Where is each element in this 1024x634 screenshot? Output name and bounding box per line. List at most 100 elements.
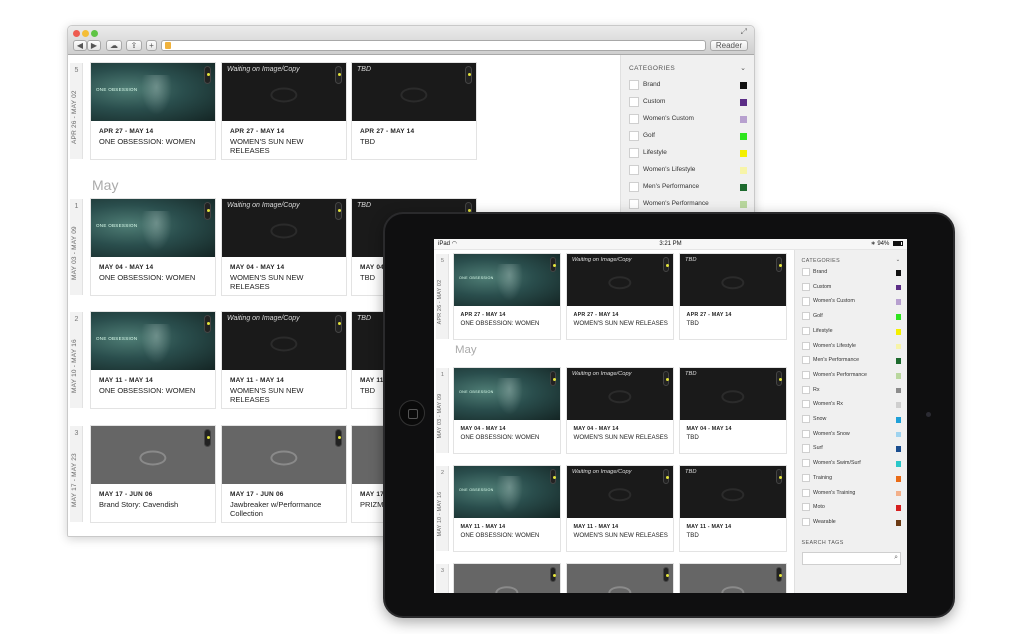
status-light-icon[interactable]	[776, 371, 782, 386]
campaign-card[interactable]: Waiting on Image/Copy APR 27 - MAY 14 WOME…	[567, 254, 673, 339]
campaign-card[interactable]: Waiting on Image/Copy MAY 11 - MAY 14 WOME…	[222, 312, 346, 408]
category-checkbox[interactable]	[801, 370, 810, 380]
status-light-icon[interactable]	[335, 66, 342, 84]
campaign-card[interactable]: ONE OBSESSION MAY 11 - MAY 14 ONE OBSESSIO…	[91, 312, 215, 408]
category-checkbox[interactable]	[801, 517, 810, 527]
category-item[interactable]: Lifestyle	[629, 146, 747, 160]
category-checkbox[interactable]	[629, 182, 639, 192]
category-checkbox[interactable]	[801, 341, 810, 350]
category-item[interactable]: Lifestyle	[801, 325, 902, 339]
category-item[interactable]: Surf	[801, 442, 902, 456]
back-button[interactable]: ◀	[73, 40, 87, 51]
category-item[interactable]: Moto	[801, 501, 902, 515]
category-checkbox[interactable]	[801, 356, 810, 365]
category-checkbox[interactable]	[801, 488, 810, 497]
campaign-card[interactable]: Waiting on Image/Copy MAY 11 - MAY 14 WOME…	[567, 466, 673, 551]
category-checkbox[interactable]	[801, 282, 810, 291]
icloud-tabs-button[interactable]: ☁	[106, 40, 122, 51]
category-checkbox[interactable]	[629, 148, 639, 158]
category-item[interactable]: Custom	[801, 281, 902, 295]
category-item[interactable]: Brand	[801, 266, 902, 280]
campaign-card[interactable]: MAY 17 - JUN 06 Brand Story: Cavendish	[91, 426, 215, 522]
campaign-card[interactable]: ONE OBSESSION APR 27 - MAY 14 ONE OBSESSIO…	[454, 254, 560, 339]
close-window-icon[interactable]	[73, 30, 80, 37]
category-item[interactable]: Snow	[801, 413, 902, 427]
category-item[interactable]: Women's Snow	[801, 428, 902, 442]
category-checkbox[interactable]	[629, 199, 639, 209]
search-icon[interactable]: ⌕	[894, 554, 898, 562]
status-light-icon[interactable]	[335, 315, 342, 333]
address-bar[interactable]	[161, 40, 706, 51]
status-light-icon[interactable]	[663, 567, 669, 582]
category-checkbox[interactable]	[801, 312, 810, 321]
fullscreen-icon[interactable]: ⤢	[741, 27, 747, 37]
category-item[interactable]: Brand	[629, 78, 747, 92]
category-checkbox[interactable]	[801, 444, 810, 453]
status-light-icon[interactable]	[204, 429, 211, 447]
campaign-card[interactable]	[567, 564, 673, 593]
category-item[interactable]: Women's Performance	[629, 197, 747, 211]
category-checkbox[interactable]	[801, 385, 810, 394]
campaign-card[interactable]: ONE OBSESSION MAY 11 - MAY 14 ONE OBSESSIO…	[454, 466, 560, 551]
status-light-icon[interactable]	[204, 315, 211, 333]
category-checkbox[interactable]	[801, 297, 810, 306]
campaign-card[interactable]: MAY 17 - JUN 06 Jawbreaker w/Performance …	[222, 426, 346, 522]
status-light-icon[interactable]	[465, 66, 472, 84]
category-checkbox[interactable]	[801, 473, 810, 482]
category-checkbox[interactable]	[801, 429, 810, 438]
campaign-card[interactable]: Waiting on Image/Copy MAY 04 - MAY 14 WOME…	[567, 368, 673, 453]
campaign-card[interactable]: TBD APR 27 - MAY 14 TBD	[680, 254, 786, 339]
category-item[interactable]: Golf	[629, 129, 747, 143]
category-checkbox[interactable]	[801, 268, 810, 277]
zoom-window-icon[interactable]	[91, 30, 98, 37]
category-item[interactable]: Training	[801, 472, 902, 486]
status-light-icon[interactable]	[550, 257, 556, 272]
status-light-icon[interactable]	[550, 567, 556, 582]
category-checkbox[interactable]	[801, 400, 810, 409]
category-checkbox[interactable]	[801, 503, 810, 512]
category-checkbox[interactable]	[801, 326, 810, 335]
category-item[interactable]: Women's Training	[801, 487, 902, 501]
new-tab-button[interactable]: +	[146, 40, 157, 51]
minimize-window-icon[interactable]	[82, 30, 89, 37]
status-light-icon[interactable]	[663, 371, 669, 386]
category-item[interactable]: Women's Lifestyle	[801, 340, 902, 354]
category-item[interactable]: Women's Rx	[801, 398, 902, 412]
campaign-card[interactable]: ONE OBSESSION MAY 04 - MAY 14 ONE OBSESSIO…	[91, 199, 215, 295]
status-light-icon[interactable]	[663, 469, 669, 484]
category-checkbox[interactable]	[629, 131, 639, 141]
category-checkbox[interactable]	[629, 114, 639, 124]
campaign-card[interactable]: ONE OBSESSION APR 27 - MAY 14 ONE OBSESSIO…	[91, 63, 215, 159]
campaign-card[interactable]: TBD MAY 11 - MAY 14 TBD	[680, 466, 786, 551]
share-button[interactable]: ⇪	[126, 40, 142, 51]
category-checkbox[interactable]	[629, 80, 639, 90]
category-item[interactable]: Women's Custom	[801, 295, 902, 309]
status-light-icon[interactable]	[776, 567, 782, 582]
status-light-icon[interactable]	[550, 371, 556, 386]
category-checkbox[interactable]	[801, 459, 810, 468]
status-light-icon[interactable]	[663, 257, 669, 272]
category-checkbox[interactable]	[629, 165, 639, 175]
category-item[interactable]: Men's Performance	[629, 180, 747, 194]
chevron-down-icon[interactable]: ⌄	[740, 64, 746, 72]
campaign-card[interactable]: ONE OBSESSION MAY 04 - MAY 14 ONE OBSESSIO…	[454, 368, 560, 453]
category-item[interactable]: Wearable	[801, 516, 902, 530]
category-item[interactable]: Golf	[801, 310, 902, 324]
status-light-icon[interactable]	[204, 202, 211, 220]
category-item[interactable]: Custom	[629, 95, 747, 109]
category-item[interactable]: Women's Performance	[801, 369, 902, 383]
status-light-icon[interactable]	[776, 257, 782, 272]
campaign-card[interactable]	[680, 564, 786, 593]
chevron-down-icon[interactable]: ⌄	[896, 257, 901, 263]
campaign-card[interactable]	[454, 564, 560, 593]
status-light-icon[interactable]	[335, 202, 342, 220]
campaign-card[interactable]: TBD APR 27 - MAY 14 TBD	[352, 63, 476, 159]
status-light-icon[interactable]	[550, 469, 556, 484]
status-light-icon[interactable]	[335, 429, 342, 447]
category-item[interactable]: Women's Lifestyle	[629, 163, 747, 177]
category-item[interactable]: Men's Performance	[801, 354, 902, 368]
campaign-card[interactable]: Waiting on Image/Copy APR 27 - MAY 14 WOME…	[222, 63, 346, 159]
campaign-card[interactable]: TBD MAY 04 - MAY 14 TBD	[680, 368, 786, 453]
search-tags-input[interactable]	[801, 552, 902, 565]
category-checkbox[interactable]	[801, 415, 810, 424]
